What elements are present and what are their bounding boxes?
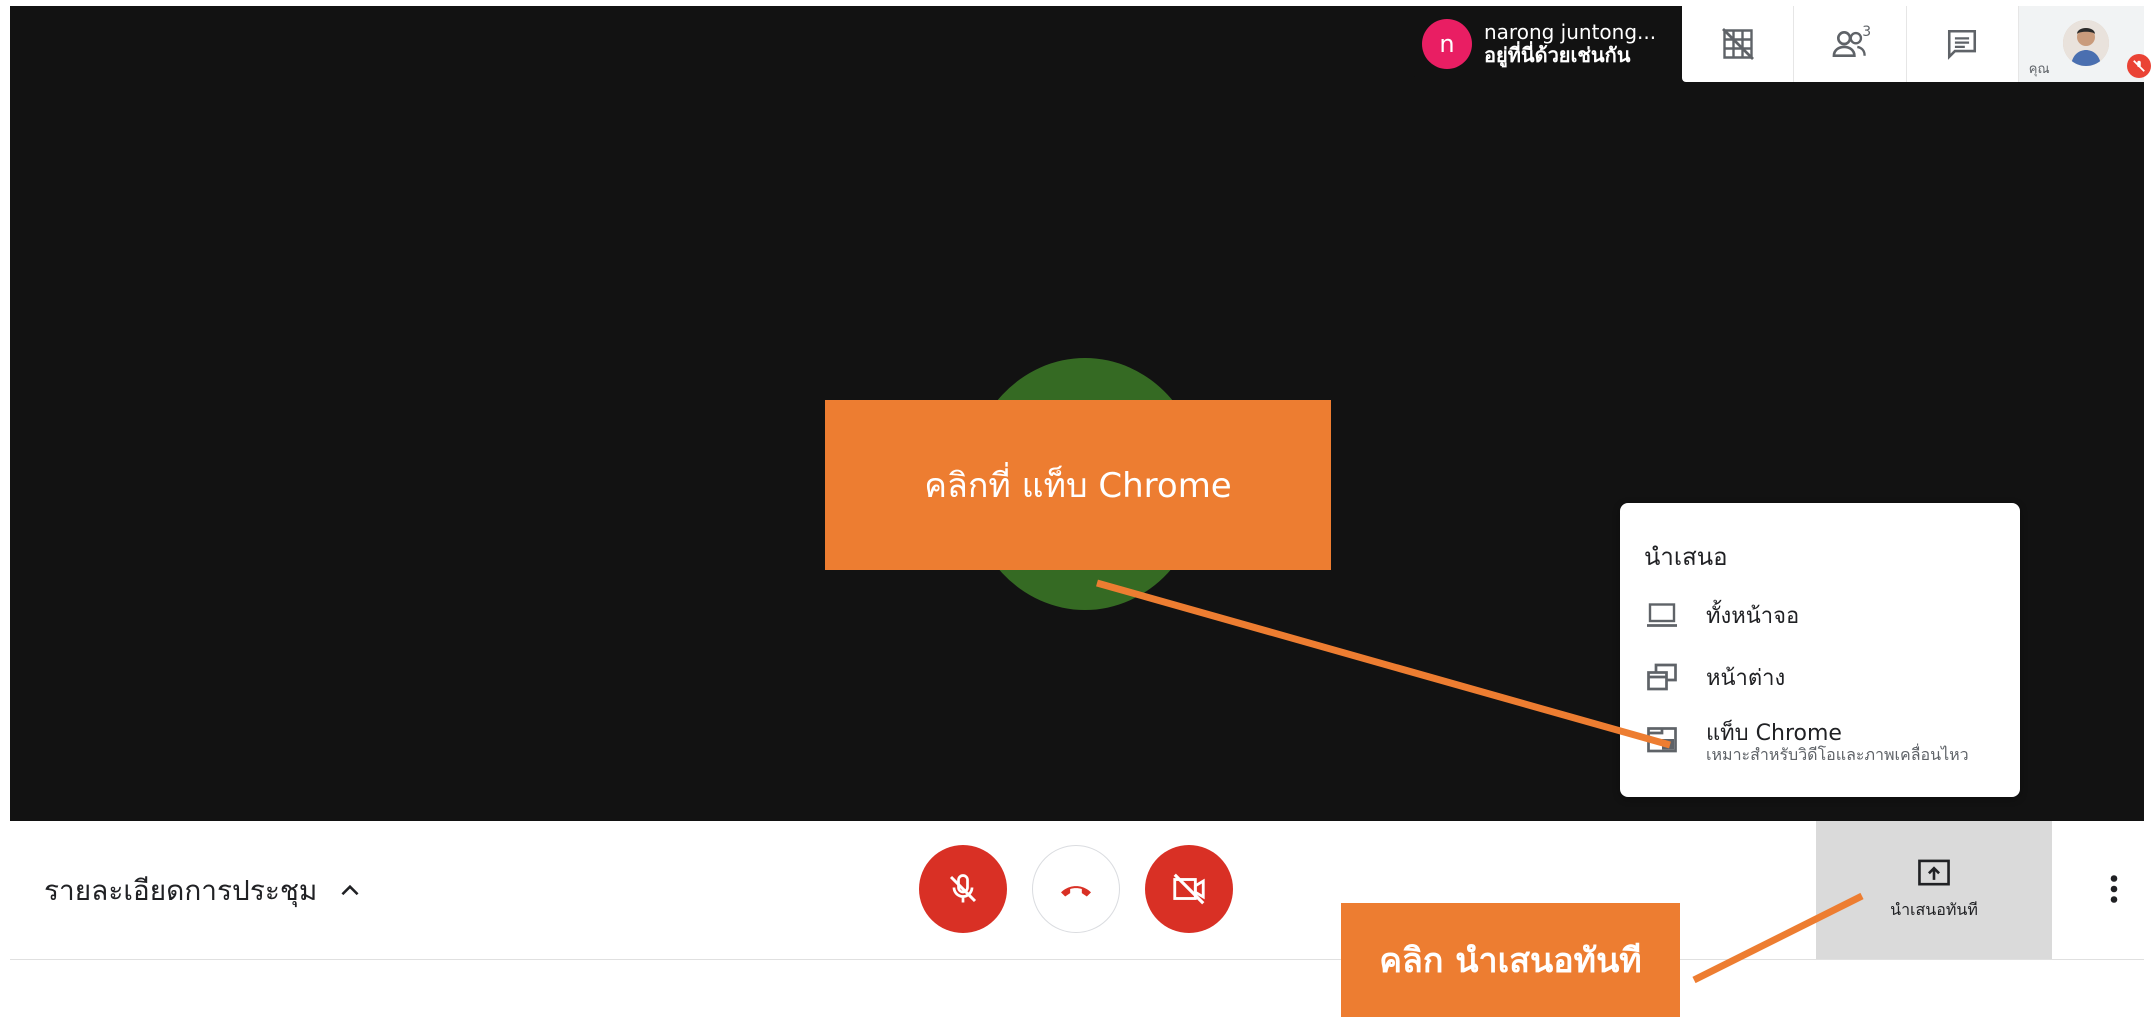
- participants-button[interactable]: 3: [1794, 6, 1907, 82]
- participant-count: 3: [1862, 24, 1872, 40]
- present-menu-title: นำเสนอ: [1644, 543, 1728, 571]
- present-now-label: นำเสนอทันที: [1890, 899, 1978, 919]
- laptop-icon: [1647, 603, 1677, 627]
- participant-info: n narong juntong... อยู่ที่นี่ด้วยเช่นกั…: [1414, 6, 1682, 82]
- participant-initial-avatar: n: [1422, 19, 1472, 69]
- chrome-tab-sublabel: เหมาะสำหรับวิดีโอและภาพเคลื่อนไหว: [1706, 745, 1969, 764]
- present-now-button[interactable]: นำเสนอทันที: [1816, 821, 2052, 959]
- layout-button[interactable]: [1682, 6, 1795, 82]
- window-label: หน้าต่าง: [1706, 665, 1786, 691]
- camera-off-icon: [1173, 873, 1205, 905]
- hang-up-icon: [1061, 886, 1091, 897]
- entire-screen-label: ทั้งหน้าจอ: [1706, 603, 1800, 629]
- grid-off-icon: [1721, 28, 1754, 60]
- present-menu: นำเสนอ ทั้งหน้าจอ หน้าต่าง แท็บ Chrome เ…: [1620, 503, 2020, 797]
- present-to-all-icon: [1918, 859, 1950, 885]
- callout-click-present-now: คลิก นำเสนอทันที: [1341, 903, 1680, 1017]
- chat-button[interactable]: [1907, 6, 2019, 82]
- present-entire-screen-item[interactable]: ทั้งหน้าจอ: [1620, 585, 2020, 645]
- leave-call-button[interactable]: [1032, 845, 1120, 933]
- tab-icon: [1647, 727, 1677, 753]
- camera-toggle-button[interactable]: [1145, 845, 1233, 933]
- mic-toggle-button[interactable]: [919, 845, 1007, 933]
- participant-name: narong juntong...: [1484, 20, 1657, 44]
- window-icon: [1647, 663, 1677, 691]
- self-view-tile[interactable]: คุณ: [2018, 6, 2151, 82]
- meeting-details-button[interactable]: รายละเอียดการประชุม: [44, 869, 363, 913]
- self-avatar: [2062, 20, 2109, 66]
- more-vert-icon: [2110, 875, 2118, 903]
- mic-off-icon: [949, 874, 977, 903]
- bottom-controls-bar: รายละเอียดการประชุม นำเสนอทันที: [10, 821, 2144, 960]
- top-controls-bar: 3 คุณ: [1682, 6, 2151, 82]
- self-label: คุณ: [2028, 62, 2050, 77]
- present-chrome-tab-item[interactable]: แท็บ Chrome เหมาะสำหรับวิดีโอและภาพเคลื่…: [1620, 709, 2020, 769]
- meeting-details-label: รายละเอียดการประชุม: [44, 874, 318, 907]
- present-window-item[interactable]: หน้าต่าง: [1620, 647, 2020, 707]
- chevron-up-icon: [341, 884, 359, 896]
- mic-off-badge-icon: [2126, 54, 2151, 78]
- more-options-button[interactable]: [2090, 861, 2138, 917]
- callout-click-chrome-tab: คลิกที่ แท็บ Chrome: [825, 400, 1331, 570]
- chat-icon: [1948, 29, 1977, 60]
- participant-status: อยู่ที่นี่ด้วยเช่นกัน: [1484, 43, 1631, 67]
